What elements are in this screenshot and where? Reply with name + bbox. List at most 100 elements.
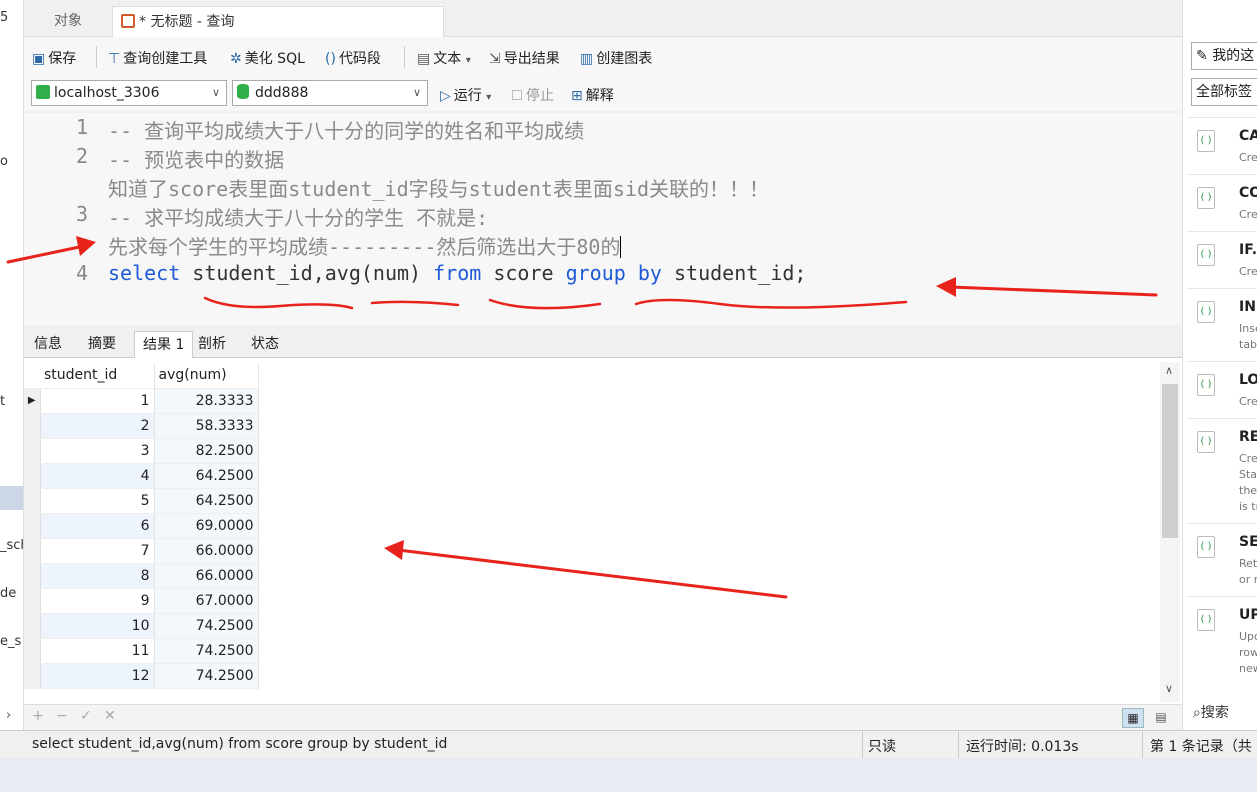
- row-indicator: [24, 413, 41, 439]
- cell-avg[interactable]: 82.2500: [154, 438, 259, 464]
- snippet-item[interactable]: ( ) IF. Cre: [1187, 231, 1257, 288]
- cell-avg[interactable]: 64.2500: [154, 463, 259, 489]
- table-row[interactable]: 2 58.3333: [24, 413, 259, 439]
- cell-student-id[interactable]: 3: [40, 438, 155, 464]
- chart-icon: ▥: [580, 51, 594, 67]
- connection-select[interactable]: localhost_3306 ∨: [31, 80, 227, 106]
- cell-student-id[interactable]: 9: [40, 588, 155, 614]
- create-chart-button[interactable]: ▥ 创建图表: [580, 48, 652, 68]
- code-line: -- 预览表中的数据: [108, 148, 285, 172]
- cell-avg[interactable]: 74.2500: [154, 613, 259, 639]
- table-row[interactable]: 12 74.2500: [24, 663, 259, 689]
- explain-button[interactable]: ⊞ 解释: [571, 85, 614, 105]
- cell-avg[interactable]: 69.0000: [154, 513, 259, 539]
- text-button[interactable]: ▤ 文本 ▾: [417, 48, 471, 68]
- tab-query[interactable]: * 无标题 - 查询: [112, 6, 444, 37]
- cell-avg[interactable]: 66.0000: [154, 538, 259, 564]
- table-row[interactable]: 10 74.2500: [24, 613, 259, 639]
- discard-changes-button[interactable]: ✕: [104, 708, 116, 724]
- table-row[interactable]: 9 67.0000: [24, 588, 259, 614]
- snippet-item[interactable]: ( )INInsetab: [1187, 288, 1257, 361]
- run-button[interactable]: ▷ 运行 ▾: [440, 85, 491, 105]
- play-icon: ▷: [440, 88, 451, 104]
- cell-student-id[interactable]: 7: [40, 538, 155, 564]
- left-selected-row[interactable]: [0, 486, 23, 510]
- my-snippets-button[interactable]: ✎ 我的这: [1191, 42, 1257, 70]
- stop-button[interactable]: 停止: [512, 85, 554, 105]
- left-item: 5: [0, 10, 9, 25]
- code-snippet-button[interactable]: () 代码段: [325, 48, 381, 68]
- database-select[interactable]: ddd888 ∨: [232, 80, 428, 106]
- tab-info[interactable]: 信息: [26, 331, 70, 358]
- form-view-icon[interactable]: ▤: [1150, 708, 1172, 728]
- document-icon: ▤: [417, 51, 431, 67]
- left-item[interactable]: e_s: [0, 634, 21, 649]
- filter-icon: ⊤: [108, 51, 121, 67]
- grid-view-icon[interactable]: ▦: [1122, 708, 1144, 728]
- snippet-item[interactable]: ( ) SE Ret or r: [1187, 523, 1257, 596]
- cell-avg[interactable]: 74.2500: [154, 638, 259, 664]
- scrollbar-thumb[interactable]: [1162, 384, 1178, 538]
- tab-result-1[interactable]: 结果 1: [134, 331, 194, 359]
- query-tab-icon: [121, 14, 135, 28]
- table-row[interactable]: 8 66.0000: [24, 563, 259, 589]
- left-item[interactable]: _sch: [0, 538, 23, 553]
- status-divider: [958, 731, 959, 759]
- cell-student-id[interactable]: 5: [40, 488, 155, 514]
- table-row[interactable]: 3 82.2500: [24, 438, 259, 464]
- sql-editor[interactable]: 1 2 3 4 -- 查询平均成绩大于八十分的同学的姓名和平均成绩 -- 预览表…: [24, 113, 1182, 325]
- table-row[interactable]: 6 69.0000: [24, 513, 259, 539]
- save-button[interactable]: ▣ 保存: [32, 48, 76, 68]
- sql-statement: select student_id,avg(num) from score gr…: [108, 261, 807, 285]
- cell-avg[interactable]: 28.3333: [154, 388, 259, 414]
- snippet-search[interactable]: ⌕搜索: [1193, 702, 1229, 722]
- table-row[interactable]: 4 64.2500: [24, 463, 259, 489]
- cell-student-id[interactable]: 8: [40, 563, 155, 589]
- cell-student-id[interactable]: 11: [40, 638, 155, 664]
- expand-arrow-icon[interactable]: ›: [6, 708, 11, 723]
- apply-changes-button[interactable]: ✓: [80, 708, 92, 724]
- table-row[interactable]: ▶ 1 28.3333: [24, 388, 259, 414]
- cell-student-id[interactable]: 4: [40, 463, 155, 489]
- stop-icon: [512, 90, 522, 100]
- cell-student-id[interactable]: 2: [40, 413, 155, 439]
- tab-query-label: * 无标题 - 查询: [139, 14, 235, 30]
- snippet-item[interactable]: ( )COCre: [1187, 174, 1257, 231]
- cell-avg[interactable]: 58.3333: [154, 413, 259, 439]
- pin-icon: ✎: [1196, 48, 1208, 64]
- cell-student-id[interactable]: 1: [40, 388, 155, 414]
- cell-avg[interactable]: 64.2500: [154, 488, 259, 514]
- cell-avg[interactable]: 74.2500: [154, 663, 259, 689]
- tab-objects[interactable]: 对象: [24, 6, 112, 37]
- table-row[interactable]: 5 64.2500: [24, 488, 259, 514]
- table-row[interactable]: 11 74.2500: [24, 638, 259, 664]
- cell-student-id[interactable]: 12: [40, 663, 155, 689]
- snippet-item[interactable]: ( )RECreStatheis tr: [1187, 418, 1257, 523]
- left-object-strip: 5 o t _sch de e_s ›: [0, 0, 24, 730]
- export-results-button[interactable]: ⇲ 导出结果: [489, 48, 560, 68]
- delete-row-button[interactable]: −: [56, 708, 68, 724]
- cell-avg[interactable]: 66.0000: [154, 563, 259, 589]
- query-builder-button[interactable]: ⊤ 查询创建工具: [108, 48, 207, 68]
- text-cursor: [620, 236, 622, 258]
- tab-summary[interactable]: 摘要: [80, 331, 124, 358]
- cell-student-id[interactable]: 6: [40, 513, 155, 539]
- snippet-item[interactable]: ( )CACre: [1187, 117, 1257, 174]
- scroll-up-icon[interactable]: ∧: [1165, 364, 1173, 377]
- cell-avg[interactable]: 67.0000: [154, 588, 259, 614]
- tab-bar: 对象 * 无标题 - 查询: [24, 0, 1182, 37]
- snippet-item[interactable]: ( )UPUpdrownew: [1187, 596, 1257, 686]
- tab-profile[interactable]: 剖析: [190, 331, 234, 358]
- all-tags-select[interactable]: 全部标签: [1191, 78, 1257, 106]
- column-header[interactable]: student_id: [40, 363, 155, 389]
- left-item[interactable]: de: [0, 586, 16, 601]
- add-row-button[interactable]: +: [32, 708, 44, 724]
- cell-student-id[interactable]: 10: [40, 613, 155, 639]
- table-row[interactable]: 7 66.0000: [24, 538, 259, 564]
- tab-status[interactable]: 状态: [243, 331, 287, 358]
- chevron-down-icon: ∨: [412, 86, 421, 99]
- beautify-sql-button[interactable]: ✲ 美化 SQL: [230, 48, 305, 68]
- scroll-down-icon[interactable]: ∨: [1165, 682, 1173, 695]
- column-header[interactable]: avg(num): [154, 363, 259, 389]
- snippet-item[interactable]: ( )LOCre: [1187, 361, 1257, 418]
